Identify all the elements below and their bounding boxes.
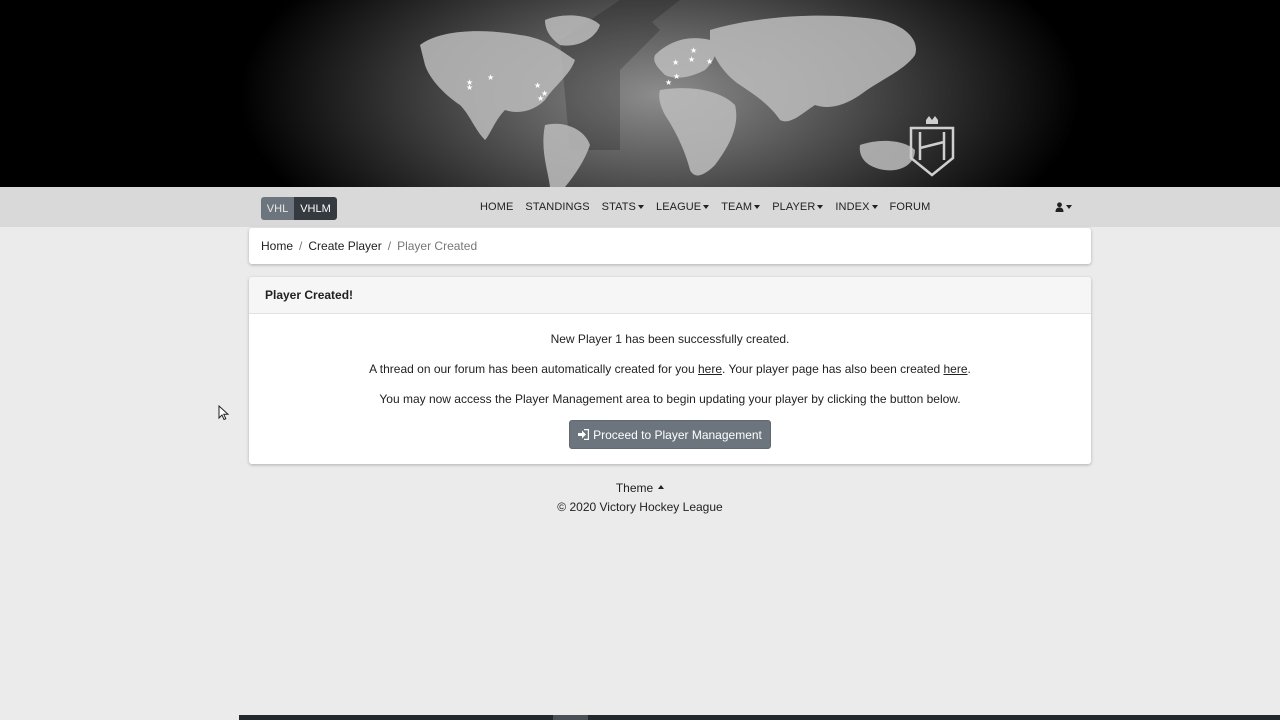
thread-message-mid: . Your player page has also been created — [722, 362, 944, 376]
svg-text:★: ★ — [688, 55, 695, 64]
user-icon — [1055, 202, 1064, 212]
nav-stats-dropdown[interactable]: STATS — [596, 201, 650, 213]
svg-text:★: ★ — [706, 57, 713, 66]
caret-up-icon — [658, 484, 665, 489]
nav-links: HOME STANDINGS STATS LEAGUE TEAM PLAYER … — [474, 187, 936, 227]
forum-thread-link[interactable]: here — [698, 362, 722, 376]
nav-forum[interactable]: FORUM — [884, 201, 937, 213]
vhlm-toggle-button[interactable]: VHLM — [294, 197, 337, 220]
svg-text:★: ★ — [537, 94, 544, 103]
footer-copyright: © 2020 Victory Hockey League — [557, 500, 723, 514]
user-menu-dropdown[interactable] — [1055, 200, 1072, 214]
nav-team-dropdown[interactable]: TEAM — [715, 201, 766, 213]
thread-message: A thread on our forum has been automatic… — [249, 362, 1091, 376]
player-page-link[interactable]: here — [944, 362, 968, 376]
svg-text:★: ★ — [466, 83, 473, 92]
breadcrumb-create-player[interactable]: Create Player — [308, 239, 381, 253]
bottom-scroll-thumb[interactable] — [553, 715, 588, 720]
caret-down-icon — [703, 205, 710, 209]
nav-player-dropdown[interactable]: PLAYER — [766, 201, 829, 213]
world-map-graphic: ★★ ★ ★★★ ★★ ★ ★★★ — [420, 0, 955, 187]
svg-text:★: ★ — [665, 78, 672, 87]
breadcrumb-home[interactable]: Home — [261, 239, 293, 253]
caret-down-icon — [1066, 205, 1072, 209]
svg-text:★: ★ — [690, 46, 697, 55]
nav-player-label: PLAYER — [772, 201, 816, 213]
nav-stats-label: STATS — [601, 201, 636, 213]
nav-standings-label: STANDINGS — [525, 201, 590, 213]
proceed-button-label: Proceed to Player Management — [593, 427, 762, 442]
mouse-cursor-icon — [218, 405, 230, 421]
theme-label: Theme — [615, 481, 654, 495]
thread-message-pre: A thread on our forum has been automatic… — [369, 362, 698, 376]
nav-forum-label: FORUM — [889, 201, 931, 213]
svg-text:★: ★ — [672, 58, 679, 67]
header-banner: ★ ★ ★ ★ ★ ★ ★ ★ ★ ★ ★ ★ — [0, 0, 1280, 187]
svg-text:★: ★ — [673, 72, 680, 81]
breadcrumb-current: Player Created — [397, 239, 478, 253]
bottom-scroll-bar[interactable] — [239, 715, 1280, 720]
player-created-card: Player Created! New Player 1 has been su… — [249, 277, 1091, 464]
card-header: Player Created! — [249, 277, 1091, 314]
caret-down-icon — [817, 205, 824, 209]
nav-home-label: HOME — [480, 201, 514, 213]
vhl-shield-crown-logo — [909, 116, 955, 177]
card-title: Player Created! — [265, 288, 354, 302]
nav-index-label: INDEX — [835, 201, 870, 213]
caret-down-icon — [871, 205, 878, 209]
main-navbar: VHL VHLM HOME STANDINGS STATS LEAGUE TEA… — [0, 187, 1280, 227]
nav-index-dropdown[interactable]: INDEX — [829, 201, 883, 213]
management-message: You may now access the Player Management… — [379, 392, 961, 406]
proceed-to-player-management-button[interactable]: Proceed to Player Management — [569, 420, 771, 449]
breadcrumb: Home / Create Player / Player Created — [249, 228, 1091, 264]
breadcrumb-separator: / — [299, 239, 303, 253]
nav-league-dropdown[interactable]: LEAGUE — [650, 201, 715, 213]
nav-team-label: TEAM — [721, 201, 753, 213]
footer-theme: Theme — [0, 481, 1280, 495]
thread-message-post: . — [967, 362, 971, 376]
svg-text:★: ★ — [487, 73, 494, 82]
nav-standings[interactable]: STANDINGS — [519, 201, 595, 213]
nav-league-label: LEAGUE — [656, 201, 702, 213]
caret-down-icon — [638, 205, 644, 209]
vhl-toggle-button[interactable]: VHL — [261, 197, 294, 220]
nav-home[interactable]: HOME — [474, 201, 519, 213]
theme-dropdown[interactable]: Theme — [615, 481, 665, 495]
league-toggle: VHL VHLM — [261, 197, 337, 220]
sign-in-icon — [578, 429, 590, 440]
breadcrumb-separator: / — [387, 239, 392, 253]
caret-down-icon — [754, 205, 761, 209]
success-message: New Player 1 has been successfully creat… — [550, 332, 790, 346]
